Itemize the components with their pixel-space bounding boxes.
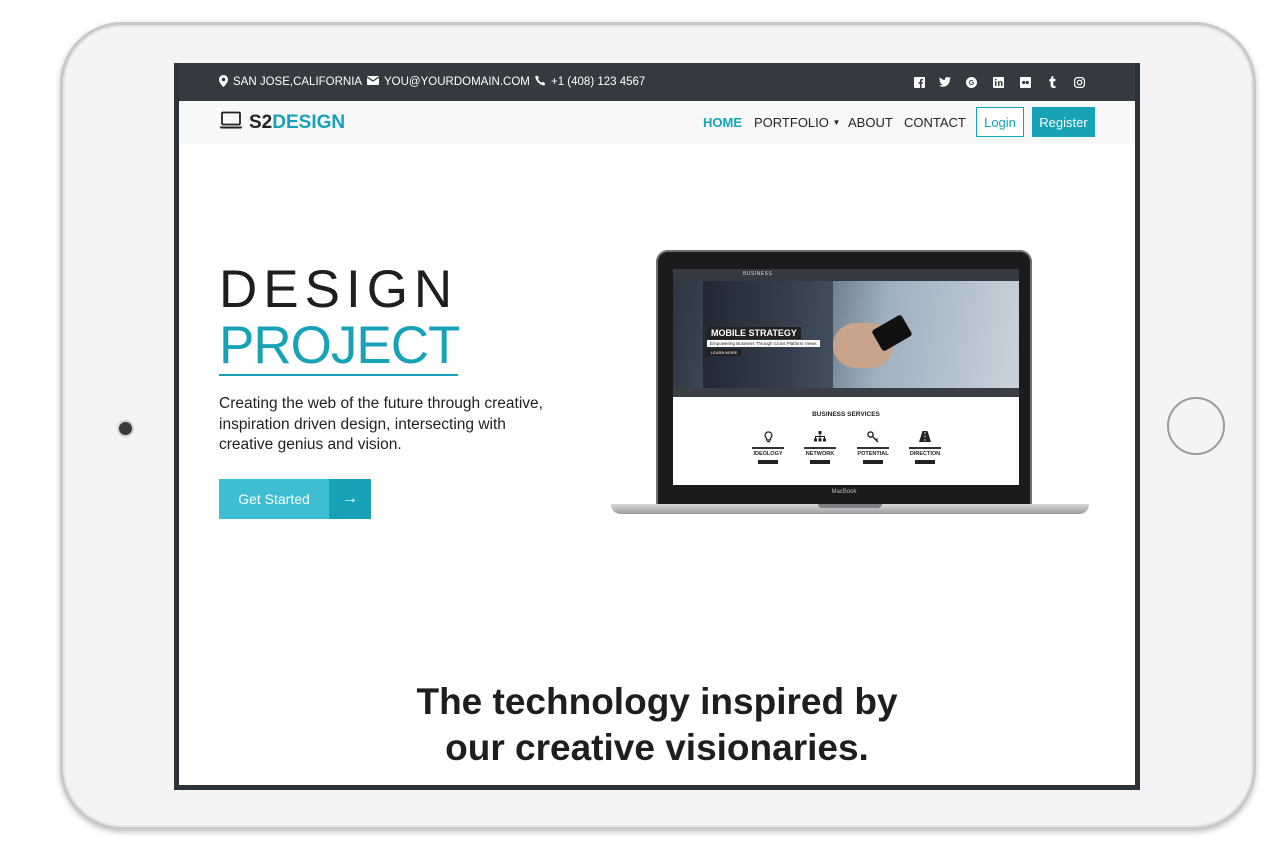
facebook-icon[interactable] <box>914 63 925 101</box>
tablet-screen: SAN JOSE,CALIFORNIA YOU@YOURDOMAIN.COM +… <box>174 63 1140 790</box>
logo-text-s2: S2 <box>249 112 273 133</box>
sitemap-icon <box>800 431 840 446</box>
service-button <box>863 459 883 464</box>
laptop-icon <box>219 111 243 135</box>
laptop-screen-navbar: BUSINESS <box>673 269 1019 281</box>
service-potential: POTENTIAL <box>853 431 893 464</box>
lightbulb-icon <box>748 431 788 446</box>
flickr-icon[interactable] <box>1020 63 1031 101</box>
hero-title-line1: DESIGN <box>219 260 459 319</box>
map-marker-icon <box>219 74 228 90</box>
laptop-mockup-image: BUSINESS MOBILE STRATEGY Empowering Busi… <box>611 250 1089 522</box>
laptop-screen-brand: BUSINESS <box>743 271 773 277</box>
email-info[interactable]: YOU@YOURDOMAIN.COM <box>366 63 530 101</box>
tablet-home-button <box>1167 397 1225 455</box>
macbook-label: MacBook <box>831 489 857 495</box>
road-icon <box>905 431 945 446</box>
nav-portfolio[interactable]: PORTFOLIO ▼ <box>754 115 840 130</box>
main-navbar: S2 DESIGN HOME PORTFOLIO ▼ ABOUT CONTACT … <box>179 101 1135 144</box>
register-button[interactable]: Register <box>1032 107 1095 137</box>
twitter-icon[interactable] <box>939 63 951 101</box>
service-name: NETWORK <box>805 450 835 457</box>
arrow-right-icon: → <box>329 479 371 519</box>
service-network: NETWORK <box>800 431 840 464</box>
service-name: DIRECTION <box>909 450 941 457</box>
logo-text-design: DESIGN <box>272 112 346 133</box>
instagram-icon[interactable] <box>1074 63 1085 101</box>
location-text: SAN JOSE,CALIFORNIA <box>233 76 363 88</box>
caret-down-icon: ▼ <box>832 118 841 127</box>
webpage: SAN JOSE,CALIFORNIA YOU@YOURDOMAIN.COM +… <box>179 63 1135 785</box>
service-name: POTENTIAL <box>857 450 889 457</box>
hero-description: Creating the web of the future through c… <box>219 395 543 453</box>
service-divider <box>909 447 941 449</box>
nav-contact[interactable]: CONTACT <box>904 115 966 130</box>
nav-portfolio-label: PORTFOLIO <box>754 115 829 130</box>
email-text: YOU@YOURDOMAIN.COM <box>384 76 530 88</box>
login-button[interactable]: Login <box>976 107 1024 137</box>
tablet-camera <box>117 420 134 437</box>
service-button <box>758 459 778 464</box>
google-plus-icon[interactable]: G <box>966 63 977 101</box>
laptop-hero-more: LEARN MORE <box>707 349 742 356</box>
nav-about[interactable]: ABOUT <box>848 115 893 130</box>
laptop-notch <box>818 504 882 508</box>
service-divider <box>752 447 784 449</box>
site-logo[interactable]: S2 DESIGN <box>219 111 345 135</box>
laptop-screen-hero: MOBILE STRATEGY Empowering Business Thro… <box>673 281 1019 388</box>
tumblr-icon[interactable] <box>1048 63 1057 101</box>
laptop-screen: BUSINESS MOBILE STRATEGY Empowering Busi… <box>673 269 1019 485</box>
section-tagline: The technology inspired by our creative … <box>179 679 1135 771</box>
service-direction: DIRECTION <box>905 431 945 464</box>
service-ideology: IDEOLOGY <box>748 431 788 464</box>
location-info: SAN JOSE,CALIFORNIA <box>219 63 362 101</box>
hero-title-line2: PROJECT <box>219 316 460 375</box>
get-started-label: Get Started <box>219 479 329 519</box>
laptop-hero-subline: Empowering Business Through Cross Platfo… <box>707 340 820 347</box>
laptop-lid: BUSINESS MOBILE STRATEGY Empowering Busi… <box>656 250 1032 506</box>
envelope-icon <box>366 76 380 88</box>
nav-home[interactable]: HOME <box>703 115 742 130</box>
tagline-line2: our creative visionaries. <box>445 727 869 768</box>
svg-text:G: G <box>969 80 975 87</box>
tagline-line1: The technology inspired by <box>416 681 898 722</box>
laptop-services-title: BUSINESS SERVICES <box>812 411 880 418</box>
service-name: IDEOLOGY <box>753 450 783 457</box>
get-started-button[interactable]: Get Started → <box>219 479 371 519</box>
service-button <box>810 459 830 464</box>
top-info-bar: SAN JOSE,CALIFORNIA YOU@YOURDOMAIN.COM +… <box>179 63 1135 101</box>
laptop-screen-subnav <box>673 388 1019 397</box>
service-divider <box>857 447 889 449</box>
laptop-hero-headline: MOBILE STRATEGY <box>707 327 801 339</box>
service-divider <box>804 447 836 449</box>
hero-title-underline <box>219 374 458 376</box>
key-icon <box>853 431 893 446</box>
phone-text: +1 (408) 123 4567 <box>551 76 646 88</box>
phone-info[interactable]: +1 (408) 123 4567 <box>535 63 645 101</box>
service-button <box>915 459 935 464</box>
linkedin-icon[interactable] <box>993 63 1004 101</box>
phone-icon <box>535 75 546 89</box>
